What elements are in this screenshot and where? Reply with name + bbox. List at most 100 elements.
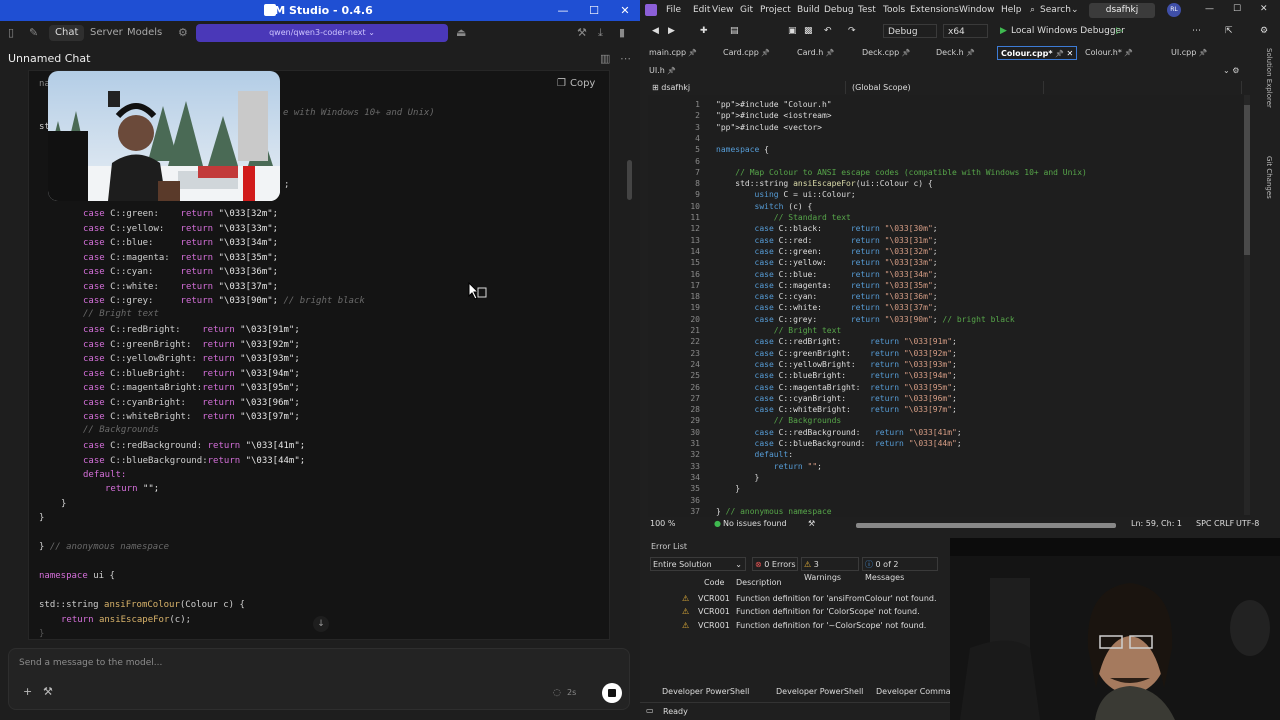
table-row[interactable]: ⚠ VCR001 Function definition for '~ColorSc… [644,621,949,633]
menu-project[interactable]: Project [760,5,791,15]
copy-button[interactable]: ❐ Copy [553,76,603,92]
file-tab[interactable]: Deck.h 📌 [936,46,975,60]
pin-icon[interactable]: 📌 [964,49,975,57]
chat-scrollbar[interactable] [627,160,632,200]
minimize-icon[interactable]: — [550,2,576,19]
maximize-icon[interactable]: ☐ [1233,4,1241,14]
file-tab[interactable]: main.cpp 📌 [649,46,697,60]
close-icon[interactable]: ✕ [1260,4,1268,14]
scrollbar-thumb[interactable] [1244,105,1250,255]
menu-tools[interactable]: Tools [883,5,905,15]
pin-icon[interactable]: 📌 [1196,49,1208,57]
pin-icon[interactable]: 📌 [686,49,697,57]
sidebar-toggle-icon[interactable]: ▯ [8,26,14,40]
maximize-icon[interactable]: ☐ [581,2,607,19]
menu-window[interactable]: Window [959,5,995,15]
avatar[interactable]: RL [1167,3,1181,17]
scroll-down-icon[interactable]: ↓ [313,616,329,632]
pin-icon[interactable]: 📌 [1053,50,1064,58]
errors-filter[interactable]: ⊗ 0 Errors [752,557,798,571]
menu-file[interactable]: File [666,5,681,15]
new-project-icon[interactable]: ✚ [700,24,708,38]
attach-plus-icon[interactable]: + [23,685,32,699]
close-tab-icon[interactable]: ✕ [1064,49,1073,58]
more-options-icon[interactable]: ⋯ [620,52,631,66]
project-dropdown[interactable]: ⊞ dsafhkj [648,81,846,94]
solution-explorer-tab[interactable]: Solution Explorer [1265,48,1273,108]
zoom-level[interactable]: 100 % [650,519,675,528]
close-icon[interactable]: ✕ [612,2,638,19]
menu-view[interactable]: View [712,5,733,15]
save-all-icon[interactable]: ▩ [804,24,813,38]
cleanup-icon[interactable]: ⚒ [808,519,815,528]
model-selector[interactable]: qwen/qwen3-coder-next ⌄ [196,24,448,42]
git-changes-tab[interactable]: Git Changes [1265,156,1273,199]
panel-toggle-icon[interactable]: ▮ [619,26,625,40]
file-tab[interactable]: Colour.h* 📌 [1085,46,1133,60]
platform-select[interactable]: x64 [943,24,988,38]
issues-status[interactable]: No issues found [723,519,787,528]
file-tab[interactable]: UI.cpp 📌 [1171,46,1207,60]
minimize-icon[interactable]: — [1205,4,1214,14]
scope-filter[interactable]: Entire Solution ⌄ [650,557,746,571]
member-dropdown[interactable] [1046,81,1242,94]
line-endings[interactable]: CRLF [1214,519,1234,528]
menu-git[interactable]: Git [740,5,753,15]
file-tab[interactable]: Deck.cpp 📌 [862,46,910,60]
horizontal-scrollbar[interactable] [856,523,1116,528]
run-play-icon[interactable]: ▶ [1000,24,1007,38]
tools-icon[interactable]: ⚒ [577,26,587,40]
file-tab[interactable]: Card.cpp 📌 [723,46,770,60]
menu-debug[interactable]: Debug [824,5,854,15]
split-view-icon[interactable]: ▥ [600,52,610,66]
tab-developer-command[interactable]: Developer Command [876,687,961,696]
table-row[interactable]: ⚠ VCR001 Function definition for 'ColorSco… [644,607,949,619]
save-icon[interactable]: ▣ [788,24,797,38]
file-tab[interactable]: UI.h 📌 [649,64,676,78]
undo-icon[interactable]: ↶ [824,24,832,38]
eject-icon[interactable]: ⏏ [456,26,466,40]
config-select[interactable]: Debug [883,24,937,38]
code-editor[interactable]: 1 "pp">#include "Colour.h" 2 "pp">#include … [648,95,1250,517]
pin-icon[interactable]: 📌 [899,49,910,57]
run-button[interactable]: Local Windows Debugger [1011,24,1125,38]
messages-filter[interactable]: ⓘ 0 of 2 Messages [862,557,938,582]
stop-generation-button[interactable] [602,683,622,703]
warning-code[interactable]: VCR001 [698,621,730,630]
search-icon[interactable]: ⌕ [1030,5,1035,15]
redo-icon[interactable]: ↷ [848,24,856,38]
menu-help[interactable]: Help [1001,5,1022,15]
start-without-debug-icon[interactable]: ▷ [1116,24,1123,38]
tab-chat[interactable]: Chat [49,25,85,41]
menu-test[interactable]: Test [858,5,876,15]
indent-mode[interactable]: SPC [1196,519,1212,528]
encoding[interactable]: UTF-8 [1236,519,1259,528]
settings-gear-icon[interactable]: ⚙ [178,26,188,40]
tab-developer-powershell-2[interactable]: Developer PowerShell [776,687,863,696]
message-input[interactable]: Send a message to the model... + ⚒ ◌ 2s [8,648,630,710]
pin-icon[interactable]: 📌 [759,49,770,57]
back-icon[interactable]: ◀ [652,24,659,38]
download-icon[interactable]: ⤓ [598,26,603,40]
tool-icon[interactable]: ⚒ [43,685,53,699]
tab-models[interactable]: Models [121,25,168,41]
warnings-filter[interactable]: ⚠ 3 Warnings [801,557,859,582]
menu-edit[interactable]: Edit [693,5,710,15]
live-share-icon[interactable]: ⇱ [1225,24,1233,38]
open-icon[interactable]: ▤ [730,24,739,38]
tab-developer-powershell-1[interactable]: Developer PowerShell [662,687,749,696]
warning-code[interactable]: VCR001 [698,607,730,616]
file-tab[interactable]: Card.h 📌 [797,46,834,60]
table-row[interactable]: ⚠ VCR001 Function definition for 'ansiFrom… [644,594,949,606]
pin-icon[interactable]: 📌 [823,49,835,57]
more-toolbar-icon[interactable]: ⋯ [1192,24,1201,38]
file-tab[interactable]: Colour.cpp* 📌 ✕ [997,46,1078,60]
status-panel-icon[interactable]: ▭ [646,706,654,715]
search-label[interactable]: Search [1040,5,1071,15]
pin-icon[interactable]: 📌 [1122,49,1133,57]
search-dropdown-icon[interactable]: ⌄ [1071,5,1079,15]
forward-icon[interactable]: ▶ [668,24,675,38]
new-chat-icon[interactable]: ✎ [29,26,38,40]
scope-dropdown[interactable]: (Global Scope) [848,81,1044,94]
tab-overflow-icon[interactable]: ⌄ ⚙ [1223,64,1239,78]
